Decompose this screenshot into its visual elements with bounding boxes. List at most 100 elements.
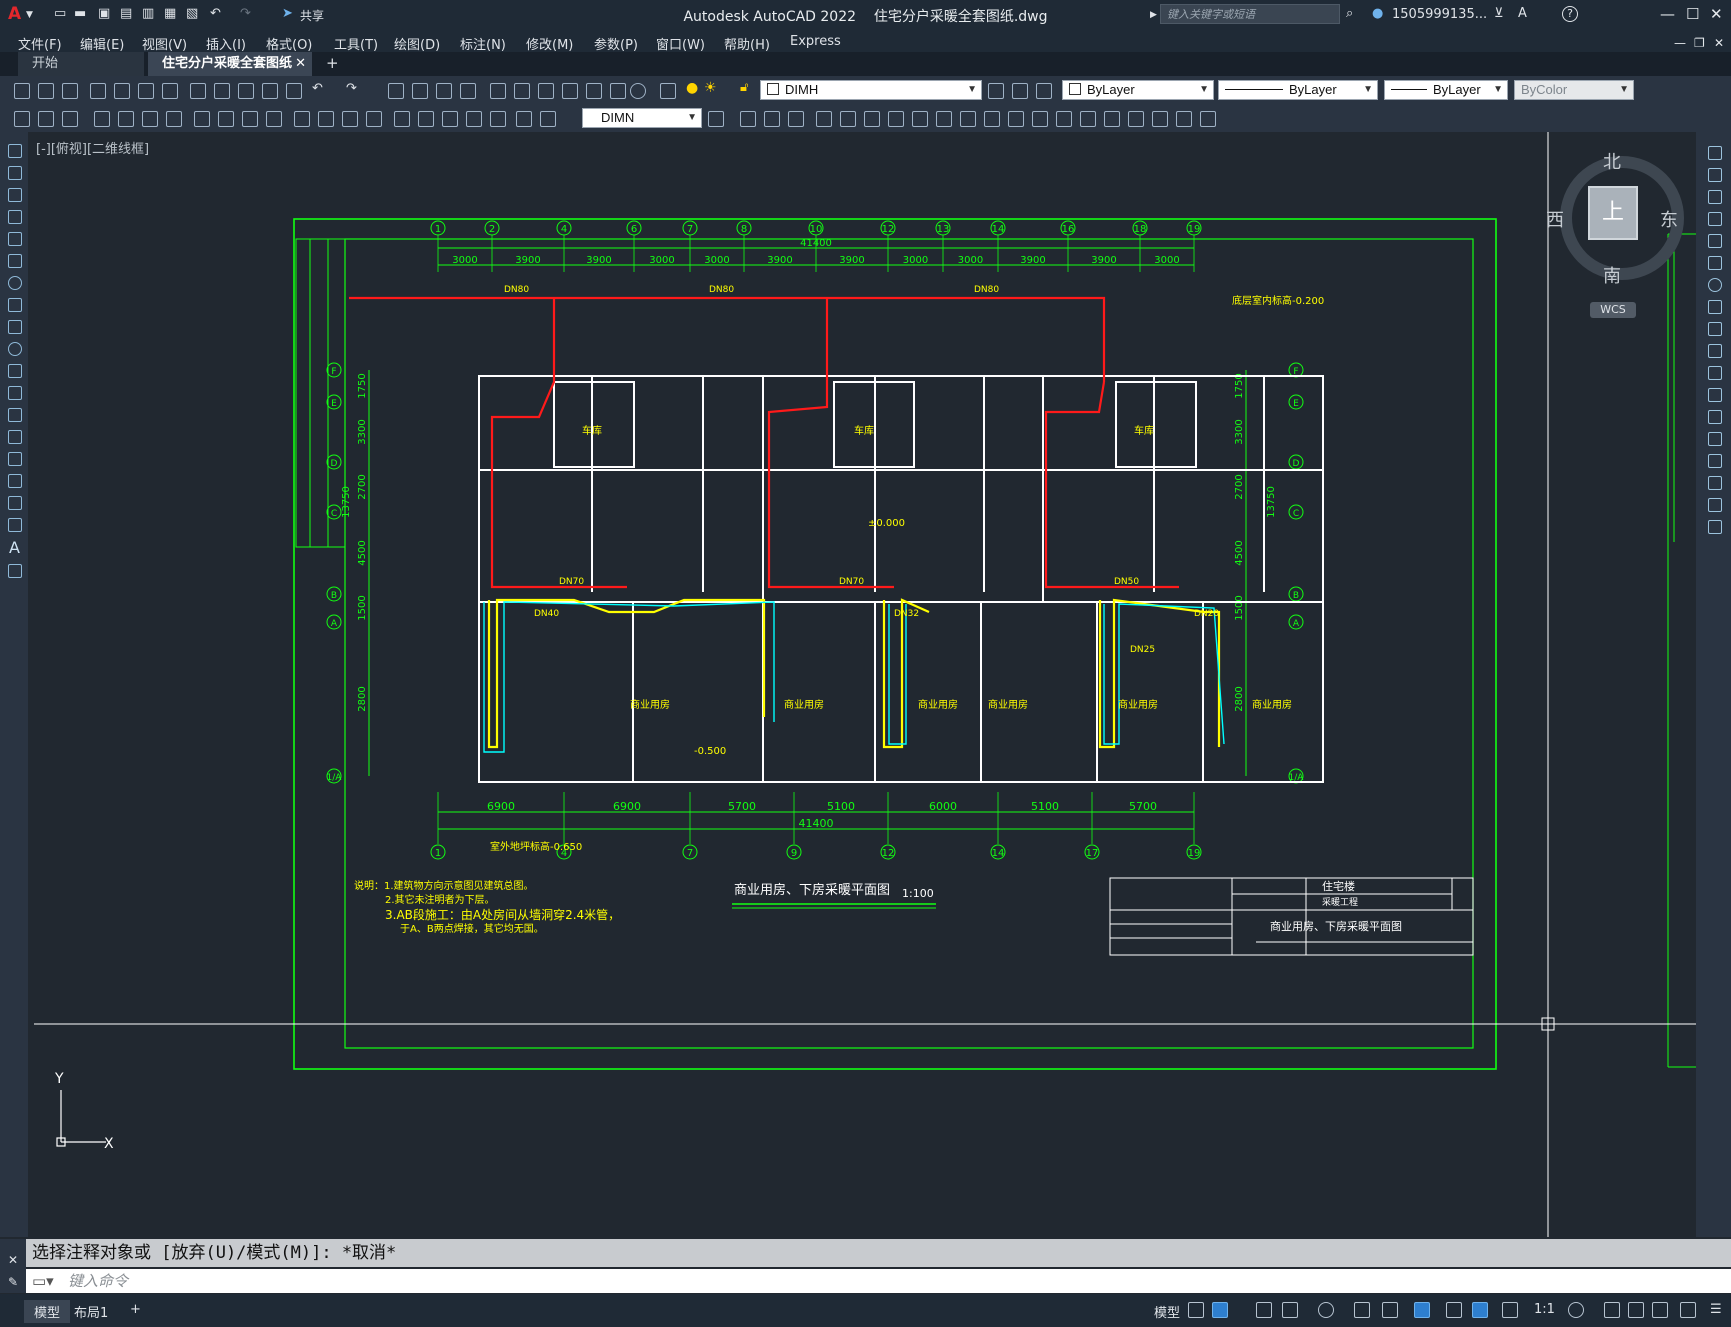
3d-print-icon[interactable]: [162, 83, 178, 99]
spline-icon[interactable]: [8, 320, 22, 334]
customize-icon[interactable]: ✎: [8, 1275, 18, 1289]
hatch-icon[interactable]: [8, 452, 22, 466]
menu-modify[interactable]: 修改(M): [526, 34, 573, 53]
dim-override-icon[interactable]: [540, 111, 556, 127]
cut-icon[interactable]: [190, 83, 206, 99]
markup-icon[interactable]: [586, 83, 602, 99]
workspace-gear-icon[interactable]: [1568, 1302, 1584, 1318]
copy-icon[interactable]: [214, 83, 230, 99]
layer-properties-icon[interactable]: [660, 83, 676, 99]
dim-arc-icon[interactable]: [62, 111, 78, 127]
help-icon[interactable]: ?: [1562, 6, 1578, 22]
zoom-previous-icon[interactable]: [460, 83, 476, 99]
tab-drawing[interactable]: 住宅分户采暖全套图纸* ✕: [148, 52, 312, 95]
dim-ordinate-icon[interactable]: [94, 111, 110, 127]
tool-palettes-icon[interactable]: [538, 83, 554, 99]
make-block-icon[interactable]: [8, 408, 22, 422]
menu-draw[interactable]: 绘图(D): [394, 34, 440, 53]
hardware-acceleration-icon[interactable]: [1652, 1302, 1668, 1318]
compass-south[interactable]: 南: [1603, 262, 1621, 288]
revcloud-icon[interactable]: [8, 298, 22, 312]
new-tab-button[interactable]: +: [326, 54, 339, 72]
compass-west[interactable]: 西: [1546, 206, 1564, 232]
annotation-visibility-icon[interactable]: [1472, 1302, 1488, 1318]
properties-icon[interactable]: [490, 83, 506, 99]
trim-icon[interactable]: [936, 111, 952, 127]
menu-insert[interactable]: 插入(I): [206, 34, 246, 53]
copy-object-icon[interactable]: [740, 111, 756, 127]
plot-icon[interactable]: [90, 83, 106, 99]
match-properties-icon[interactable]: [262, 83, 278, 99]
command-input[interactable]: ▭▾ 键入命令: [26, 1269, 1731, 1293]
paste-icon[interactable]: [238, 83, 254, 99]
circle-icon[interactable]: [8, 276, 22, 290]
wcs-menu[interactable]: WCS: [1590, 302, 1636, 318]
publish-icon[interactable]: [138, 83, 154, 99]
scale-icon[interactable]: [888, 111, 904, 127]
stretch-tool-icon[interactable]: [1708, 322, 1722, 336]
menu-file[interactable]: 文件(F): [18, 34, 62, 53]
erase-icon[interactable]: [1104, 111, 1120, 127]
move-tool-icon[interactable]: [1708, 256, 1722, 270]
menu-dimension[interactable]: 标注(N): [460, 34, 506, 53]
object-snap-icon[interactable]: [1414, 1302, 1430, 1318]
user-icon[interactable]: ●: [1372, 6, 1383, 21]
dim-style-icon[interactable]: [516, 111, 532, 127]
layer-sun-icon[interactable]: ☀: [704, 80, 717, 96]
doc-minimize-icon[interactable]: —: [1674, 36, 1686, 50]
layer-bulb-icon[interactable]: ●: [686, 80, 698, 96]
chamfer-icon[interactable]: [1032, 111, 1048, 127]
break-tool-icon[interactable]: [1708, 410, 1722, 424]
undo-toolbar-icon[interactable]: ↶: [312, 81, 323, 96]
inspection-icon[interactable]: [394, 111, 410, 127]
annotation-scale[interactable]: 1:1: [1524, 1300, 1565, 1319]
dim-edit-icon[interactable]: [442, 111, 458, 127]
erase-tool-icon[interactable]: [1708, 146, 1722, 160]
fillet-icon[interactable]: [1056, 111, 1072, 127]
menu-express[interactable]: Express: [790, 34, 841, 49]
arc-icon[interactable]: [8, 254, 22, 268]
menu-help[interactable]: 帮助(H): [724, 34, 770, 53]
send-back-icon[interactable]: [1176, 111, 1192, 127]
design-center-icon[interactable]: [514, 83, 530, 99]
break-icon[interactable]: [984, 111, 1000, 127]
layer-previous-icon[interactable]: [1012, 83, 1028, 99]
mirror-tool-icon[interactable]: [1708, 190, 1722, 204]
clean-screen-icon[interactable]: [1680, 1302, 1696, 1318]
array-tool-icon[interactable]: [1708, 234, 1722, 248]
region-icon[interactable]: [8, 496, 22, 510]
search-icon[interactable]: ⌕: [1346, 6, 1353, 21]
layer-dropdown[interactable]: DIMH ▼: [760, 80, 982, 100]
line-icon[interactable]: [8, 144, 22, 158]
doc-restore-icon[interactable]: ❐: [1694, 36, 1705, 50]
point-icon[interactable]: [8, 430, 22, 444]
user-name[interactable]: 1505999135...: [1392, 7, 1487, 22]
center-mark-icon[interactable]: [366, 111, 382, 127]
lineweight-dropdown[interactable]: ByLayer ▼: [1384, 80, 1508, 100]
polyline-icon[interactable]: [8, 188, 22, 202]
scale-tool-icon[interactable]: [1708, 300, 1722, 314]
save-icon[interactable]: [62, 83, 78, 99]
rotate-tool-icon[interactable]: [1708, 278, 1722, 292]
ellipse-arc-icon[interactable]: [8, 364, 22, 378]
ellipse-icon[interactable]: [8, 342, 22, 356]
trim-tool-icon[interactable]: [1708, 344, 1722, 358]
model-space-button[interactable]: 模型: [1144, 1300, 1190, 1323]
menu-parametric[interactable]: 参数(P): [594, 34, 638, 53]
viewcube-top-face[interactable]: 上: [1588, 186, 1638, 240]
offset-icon[interactable]: [788, 111, 804, 127]
table-icon[interactable]: [8, 518, 22, 532]
layer-match-icon[interactable]: [1036, 83, 1052, 99]
menu-view[interactable]: 视图(V): [142, 34, 187, 53]
zoom-realtime-icon[interactable]: [412, 83, 428, 99]
open-icon[interactable]: [38, 83, 54, 99]
plot-preview-icon[interactable]: [114, 83, 130, 99]
zoom-window-icon[interactable]: [436, 83, 452, 99]
help-toolbar-icon[interactable]: [630, 83, 646, 99]
dim-break-icon[interactable]: [318, 111, 334, 127]
close-icon[interactable]: ✕: [1710, 5, 1723, 23]
close-icon[interactable]: ✕: [8, 1253, 18, 1267]
rectangle-icon[interactable]: [8, 232, 22, 246]
dim-baseline-icon[interactable]: [242, 111, 258, 127]
lineweight-icon[interactable]: [1446, 1302, 1462, 1318]
